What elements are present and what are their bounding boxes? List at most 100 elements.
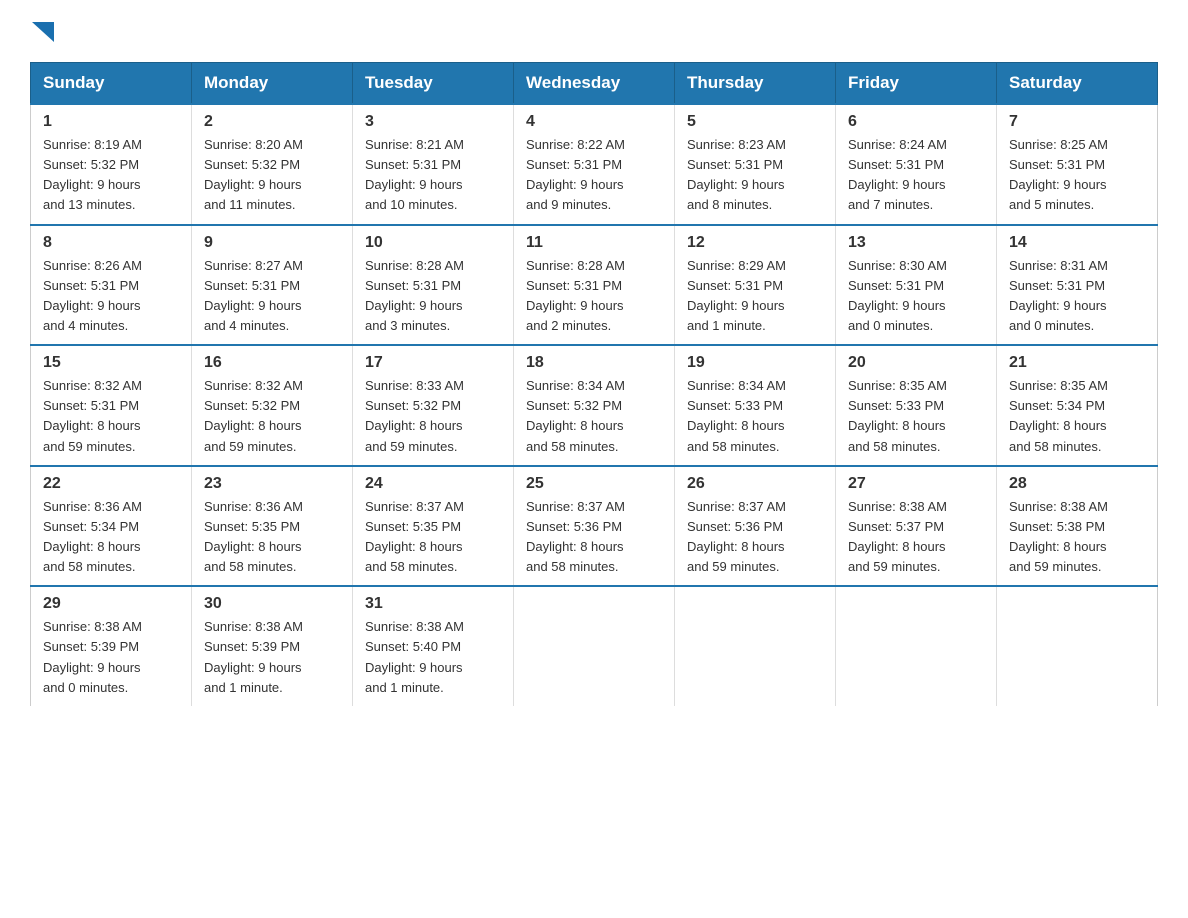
day-cell [675,586,836,706]
day-number: 31 [365,595,501,613]
day-cell: 16 Sunrise: 8:32 AMSunset: 5:32 PMDaylig… [192,345,353,466]
day-number: 15 [43,354,179,372]
day-cell: 6 Sunrise: 8:24 AMSunset: 5:31 PMDayligh… [836,104,997,225]
day-info: Sunrise: 8:26 AMSunset: 5:31 PMDaylight:… [43,256,179,337]
day-number: 21 [1009,354,1145,372]
header-sunday: Sunday [31,63,192,105]
day-number: 25 [526,475,662,493]
calendar-table: SundayMondayTuesdayWednesdayThursdayFrid… [30,62,1158,706]
day-info: Sunrise: 8:21 AMSunset: 5:31 PMDaylight:… [365,135,501,216]
day-info: Sunrise: 8:30 AMSunset: 5:31 PMDaylight:… [848,256,984,337]
day-cell: 12 Sunrise: 8:29 AMSunset: 5:31 PMDaylig… [675,225,836,346]
day-number: 11 [526,234,662,252]
day-number: 1 [43,113,179,131]
day-cell: 22 Sunrise: 8:36 AMSunset: 5:34 PMDaylig… [31,466,192,587]
day-number: 27 [848,475,984,493]
day-cell: 30 Sunrise: 8:38 AMSunset: 5:39 PMDaylig… [192,586,353,706]
day-number: 24 [365,475,501,493]
week-row-4: 22 Sunrise: 8:36 AMSunset: 5:34 PMDaylig… [31,466,1158,587]
day-info: Sunrise: 8:22 AMSunset: 5:31 PMDaylight:… [526,135,662,216]
day-number: 18 [526,354,662,372]
day-cell: 2 Sunrise: 8:20 AMSunset: 5:32 PMDayligh… [192,104,353,225]
day-cell: 19 Sunrise: 8:34 AMSunset: 5:33 PMDaylig… [675,345,836,466]
day-number: 6 [848,113,984,131]
day-info: Sunrise: 8:35 AMSunset: 5:34 PMDaylight:… [1009,376,1145,457]
day-number: 13 [848,234,984,252]
day-cell: 20 Sunrise: 8:35 AMSunset: 5:33 PMDaylig… [836,345,997,466]
day-info: Sunrise: 8:38 AMSunset: 5:39 PMDaylight:… [204,617,340,698]
day-number: 20 [848,354,984,372]
day-number: 7 [1009,113,1145,131]
day-info: Sunrise: 8:20 AMSunset: 5:32 PMDaylight:… [204,135,340,216]
day-info: Sunrise: 8:24 AMSunset: 5:31 PMDaylight:… [848,135,984,216]
week-row-1: 1 Sunrise: 8:19 AMSunset: 5:32 PMDayligh… [31,104,1158,225]
day-info: Sunrise: 8:32 AMSunset: 5:31 PMDaylight:… [43,376,179,457]
day-info: Sunrise: 8:36 AMSunset: 5:35 PMDaylight:… [204,497,340,578]
day-cell: 10 Sunrise: 8:28 AMSunset: 5:31 PMDaylig… [353,225,514,346]
day-cell: 31 Sunrise: 8:38 AMSunset: 5:40 PMDaylig… [353,586,514,706]
day-info: Sunrise: 8:34 AMSunset: 5:33 PMDaylight:… [687,376,823,457]
header-monday: Monday [192,63,353,105]
day-info: Sunrise: 8:28 AMSunset: 5:31 PMDaylight:… [365,256,501,337]
day-number: 16 [204,354,340,372]
day-number: 5 [687,113,823,131]
header-friday: Friday [836,63,997,105]
day-cell: 21 Sunrise: 8:35 AMSunset: 5:34 PMDaylig… [997,345,1158,466]
day-cell: 14 Sunrise: 8:31 AMSunset: 5:31 PMDaylig… [997,225,1158,346]
day-cell: 27 Sunrise: 8:38 AMSunset: 5:37 PMDaylig… [836,466,997,587]
day-info: Sunrise: 8:38 AMSunset: 5:39 PMDaylight:… [43,617,179,698]
day-cell: 13 Sunrise: 8:30 AMSunset: 5:31 PMDaylig… [836,225,997,346]
day-cell [514,586,675,706]
day-number: 8 [43,234,179,252]
day-info: Sunrise: 8:23 AMSunset: 5:31 PMDaylight:… [687,135,823,216]
day-info: Sunrise: 8:35 AMSunset: 5:33 PMDaylight:… [848,376,984,457]
header-wednesday: Wednesday [514,63,675,105]
day-info: Sunrise: 8:37 AMSunset: 5:36 PMDaylight:… [687,497,823,578]
day-number: 22 [43,475,179,493]
logo [30,20,54,44]
day-number: 23 [204,475,340,493]
day-cell: 24 Sunrise: 8:37 AMSunset: 5:35 PMDaylig… [353,466,514,587]
day-info: Sunrise: 8:33 AMSunset: 5:32 PMDaylight:… [365,376,501,457]
day-cell: 23 Sunrise: 8:36 AMSunset: 5:35 PMDaylig… [192,466,353,587]
day-number: 10 [365,234,501,252]
day-info: Sunrise: 8:31 AMSunset: 5:31 PMDaylight:… [1009,256,1145,337]
day-info: Sunrise: 8:29 AMSunset: 5:31 PMDaylight:… [687,256,823,337]
page-header [30,20,1158,44]
day-number: 14 [1009,234,1145,252]
day-info: Sunrise: 8:37 AMSunset: 5:35 PMDaylight:… [365,497,501,578]
day-cell: 25 Sunrise: 8:37 AMSunset: 5:36 PMDaylig… [514,466,675,587]
day-cell: 29 Sunrise: 8:38 AMSunset: 5:39 PMDaylig… [31,586,192,706]
day-cell: 1 Sunrise: 8:19 AMSunset: 5:32 PMDayligh… [31,104,192,225]
header-tuesday: Tuesday [353,63,514,105]
day-cell: 15 Sunrise: 8:32 AMSunset: 5:31 PMDaylig… [31,345,192,466]
day-number: 26 [687,475,823,493]
day-info: Sunrise: 8:37 AMSunset: 5:36 PMDaylight:… [526,497,662,578]
day-number: 9 [204,234,340,252]
day-cell: 11 Sunrise: 8:28 AMSunset: 5:31 PMDaylig… [514,225,675,346]
day-number: 19 [687,354,823,372]
week-row-2: 8 Sunrise: 8:26 AMSunset: 5:31 PMDayligh… [31,225,1158,346]
day-cell: 28 Sunrise: 8:38 AMSunset: 5:38 PMDaylig… [997,466,1158,587]
day-info: Sunrise: 8:34 AMSunset: 5:32 PMDaylight:… [526,376,662,457]
day-number: 28 [1009,475,1145,493]
logo-triangle-icon [32,22,54,44]
day-info: Sunrise: 8:38 AMSunset: 5:37 PMDaylight:… [848,497,984,578]
day-cell: 7 Sunrise: 8:25 AMSunset: 5:31 PMDayligh… [997,104,1158,225]
header-saturday: Saturday [997,63,1158,105]
day-cell [836,586,997,706]
day-cell: 17 Sunrise: 8:33 AMSunset: 5:32 PMDaylig… [353,345,514,466]
day-number: 29 [43,595,179,613]
day-cell: 3 Sunrise: 8:21 AMSunset: 5:31 PMDayligh… [353,104,514,225]
header-thursday: Thursday [675,63,836,105]
day-number: 12 [687,234,823,252]
day-info: Sunrise: 8:38 AMSunset: 5:40 PMDaylight:… [365,617,501,698]
day-cell [997,586,1158,706]
day-info: Sunrise: 8:27 AMSunset: 5:31 PMDaylight:… [204,256,340,337]
day-info: Sunrise: 8:25 AMSunset: 5:31 PMDaylight:… [1009,135,1145,216]
week-row-5: 29 Sunrise: 8:38 AMSunset: 5:39 PMDaylig… [31,586,1158,706]
day-number: 2 [204,113,340,131]
day-cell: 9 Sunrise: 8:27 AMSunset: 5:31 PMDayligh… [192,225,353,346]
day-info: Sunrise: 8:28 AMSunset: 5:31 PMDaylight:… [526,256,662,337]
day-cell: 26 Sunrise: 8:37 AMSunset: 5:36 PMDaylig… [675,466,836,587]
